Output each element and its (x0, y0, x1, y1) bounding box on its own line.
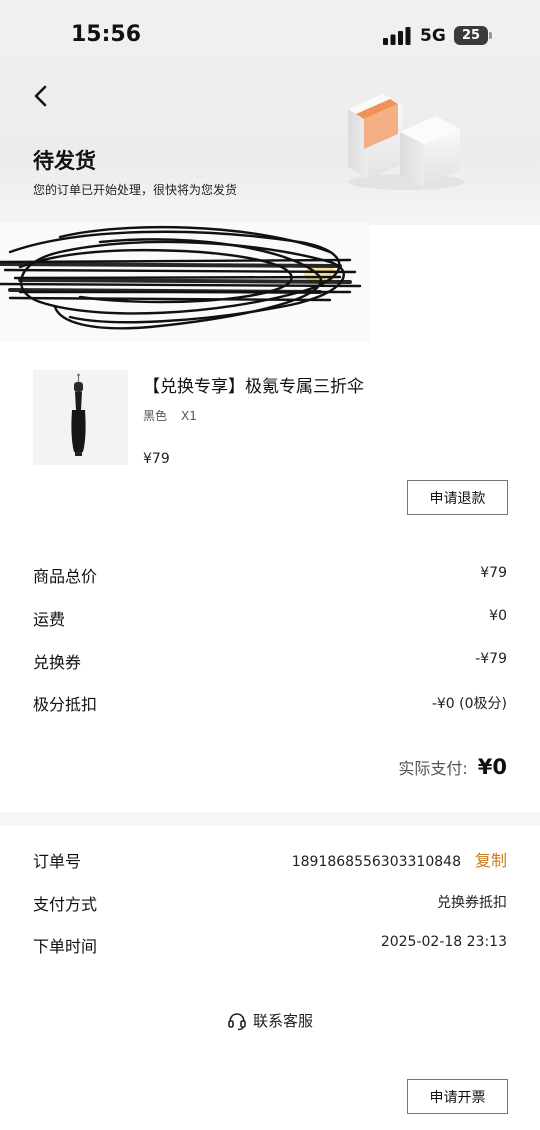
status-bar: 15:56 5G 25 (0, 0, 540, 72)
actual-payment-label: 实际支付: (398, 759, 468, 778)
product-spec: 黑色 X1 (143, 407, 197, 424)
order-status-subtitle: 您的订单已开始处理，很快将为您发货 (33, 183, 238, 197)
signal-icon (383, 27, 411, 45)
points-deduction-value: -¥0 (0极分) (431, 696, 507, 712)
network-type: 5G (420, 26, 446, 46)
section-divider (0, 812, 540, 826)
actual-payment: 实际支付: ¥0 (398, 755, 507, 779)
product-color: 黑色 (143, 409, 168, 423)
product-price: ¥79 (143, 451, 170, 467)
order-status-title: 待发货 (33, 149, 96, 173)
contact-support-button[interactable]: 联系客服 (0, 1010, 540, 1031)
voucher-label: 兑换券 (33, 653, 82, 672)
payment-method-value: 兑换券抵扣 (437, 895, 507, 911)
product-image[interactable] (33, 370, 128, 465)
actual-payment-value: ¥0 (477, 755, 507, 779)
package-box-icon (348, 94, 464, 190)
order-time-label: 下单时间 (33, 937, 98, 956)
subtotal-label: 商品总价 (33, 567, 98, 586)
subtotal-value: ¥79 (480, 565, 507, 581)
shipping-value: ¥0 (489, 608, 507, 624)
order-time-value: 2025-02-18 23:13 (380, 934, 507, 950)
request-invoice-button[interactable]: 申请开票 (407, 1079, 508, 1114)
headset-icon (228, 1012, 246, 1030)
order-number-value: 1891868556303310848 (291, 854, 461, 870)
order-number-label: 订单号 (33, 852, 82, 871)
status-time: 15:56 (71, 22, 142, 47)
shipping-label: 运费 (33, 610, 66, 629)
product-quantity: X1 (181, 409, 197, 423)
points-deduction-label: 极分抵扣 (33, 695, 98, 714)
umbrella-icon (71, 373, 86, 456)
voucher-value: -¥79 (475, 651, 507, 667)
product-title[interactable]: 【兑换专享】极氪专属三折伞 (143, 372, 364, 397)
copy-order-number-button[interactable]: 复制 (475, 847, 507, 871)
order-number-row: 1891868556303310848 复制 (292, 847, 507, 871)
refund-button[interactable]: 申请退款 (407, 480, 508, 515)
redacted-address-scribble (0, 222, 370, 342)
contact-support-label: 联系客服 (252, 1012, 313, 1030)
payment-method-label: 支付方式 (33, 895, 98, 914)
battery-cap (489, 32, 492, 39)
battery-icon: 25 (454, 26, 488, 45)
back-arrow-icon[interactable] (30, 82, 54, 110)
